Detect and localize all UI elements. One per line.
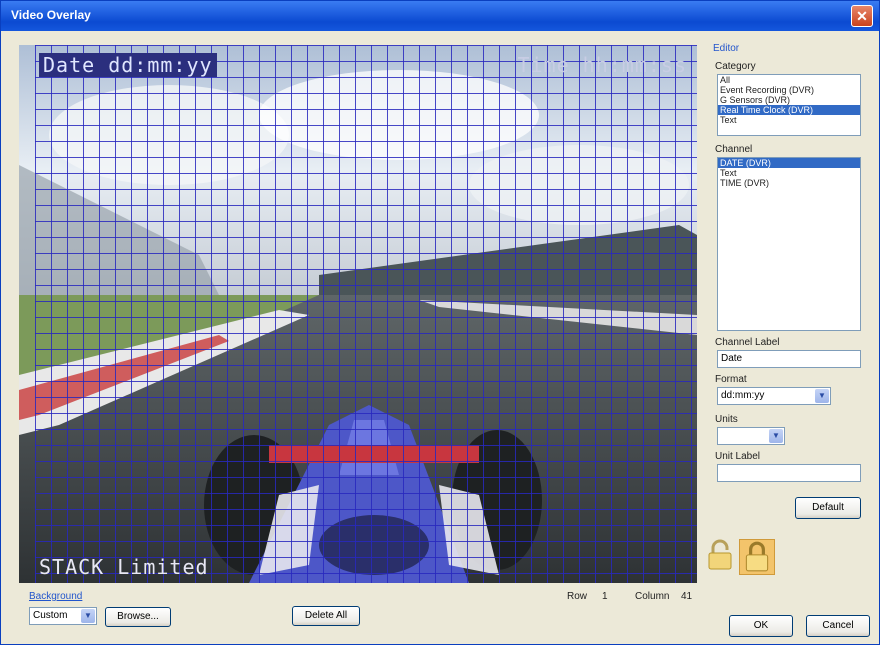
background-label: Background [29, 591, 83, 602]
browse-button[interactable]: Browse... [105, 607, 171, 627]
column-value: 41 [681, 591, 693, 602]
lock-closed-icon[interactable] [739, 539, 775, 575]
category-item[interactable]: Event Recording (DVR) [718, 85, 860, 95]
format-select[interactable]: dd:mm:yy ▼ [717, 387, 831, 405]
editor-panel: Editor Category All Event Recording (DVR… [709, 41, 866, 531]
cancel-button[interactable]: Cancel [806, 615, 870, 637]
format-select-value: dd:mm:yy [721, 390, 765, 401]
channel-item-selected[interactable]: DATE (DVR) [718, 158, 860, 168]
video-overlay-window: Video Overlay ✕ Date dd:mm:yy Time hh:mm… [0, 0, 880, 645]
chevron-down-icon: ▼ [815, 389, 829, 403]
title-bar[interactable]: Video Overlay ✕ [1, 1, 879, 31]
format-label: Format [715, 374, 747, 385]
category-list[interactable]: All Event Recording (DVR) G Sensors (DVR… [717, 74, 861, 136]
column-label: Column [635, 591, 670, 602]
channel-label: Channel [715, 144, 753, 155]
video-preview[interactable]: Date dd:mm:yy Time hh:mm:ss STACK Limite… [19, 45, 697, 583]
default-button[interactable]: Default [795, 497, 861, 519]
units-label: Units [715, 414, 738, 425]
delete-all-button[interactable]: Delete All [292, 606, 360, 626]
chevron-down-icon: ▼ [81, 609, 95, 623]
category-item[interactable]: Text [718, 115, 860, 125]
channel-item[interactable]: Text [718, 168, 860, 178]
category-label: Category [715, 61, 756, 72]
background-select[interactable]: Custom ▼ [29, 607, 97, 625]
row-value: 1 [602, 591, 608, 602]
overlay-label-text[interactable]: STACK Limited [39, 555, 209, 579]
unit-label-input[interactable] [717, 464, 861, 482]
row-label: Row [567, 591, 588, 602]
category-item[interactable]: G Sensors (DVR) [718, 95, 860, 105]
channel-list[interactable]: DATE (DVR) Text TIME (DVR) [717, 157, 861, 331]
window-title: Video Overlay [11, 8, 91, 22]
ok-button[interactable]: OK [729, 615, 793, 637]
close-button[interactable]: ✕ [851, 5, 873, 27]
overlay-grid[interactable] [35, 45, 697, 583]
channel-label-label: Channel Label [715, 337, 780, 348]
unit-label-label: Unit Label [715, 451, 761, 462]
channel-item[interactable]: TIME (DVR) [718, 178, 860, 188]
category-item-selected[interactable]: Real Time Clock (DVR) [718, 105, 860, 115]
overlay-date-text[interactable]: Date dd:mm:yy [39, 53, 217, 77]
units-select[interactable]: ▼ [717, 427, 785, 445]
category-item[interactable]: All [718, 75, 860, 85]
overlay-time-text[interactable]: Time hh:mm:ss [517, 53, 687, 77]
chevron-down-icon: ▼ [769, 429, 783, 443]
background-select-value: Custom [33, 610, 68, 621]
channel-label-input[interactable]: Date [717, 350, 861, 368]
editor-title: Editor [713, 43, 740, 54]
lock-open-icon[interactable] [707, 539, 733, 571]
